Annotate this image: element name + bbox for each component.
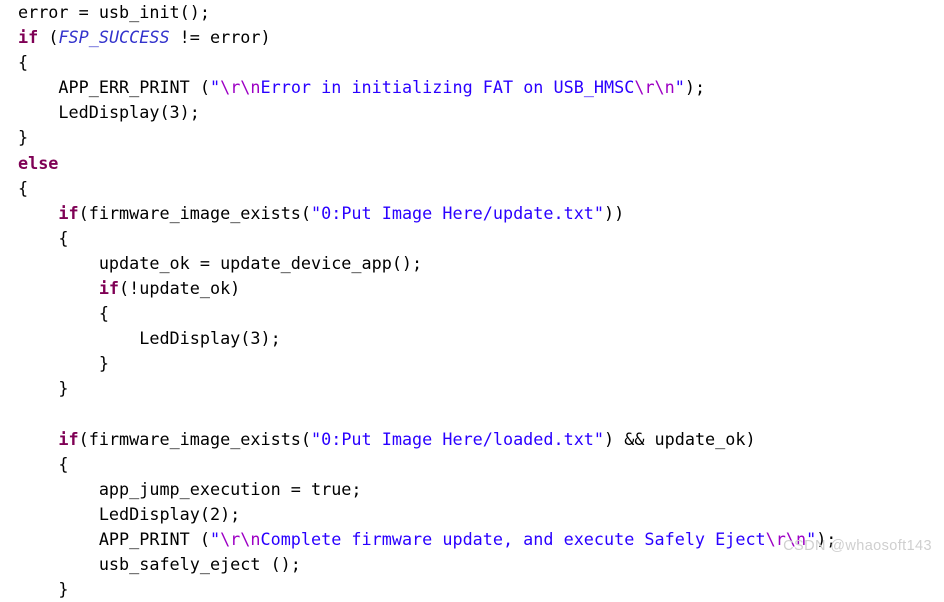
code-token-plain: app_jump_execution = true; xyxy=(98,478,362,499)
code-token-plain: { xyxy=(18,52,29,73)
code-token-plain: { xyxy=(58,453,69,474)
code-token-string: "0:Put Image Here/loaded.txt" xyxy=(311,428,605,449)
code-line[interactable]: LedDisplay(3); xyxy=(0,100,944,125)
code-token-string: " xyxy=(209,77,221,98)
code-line[interactable]: else xyxy=(0,151,944,176)
code-token-macro: FSP_SUCCESS xyxy=(58,27,170,48)
code-token-plain: != error) xyxy=(169,27,271,48)
code-token-keyword: if xyxy=(18,27,39,48)
code-line[interactable]: update_ok = update_device_app(); xyxy=(0,251,944,276)
csdn-watermark: CSDN @whaosoft143 xyxy=(783,538,932,554)
code-token-plain: } xyxy=(58,378,69,399)
code-token-plain: LedDisplay(3); xyxy=(58,102,200,123)
code-token-keyword: if xyxy=(98,278,120,299)
code-token-plain: } xyxy=(58,579,69,600)
code-line[interactable]: if(firmware_image_exists("0:Put Image He… xyxy=(0,427,944,452)
code-token-plain: LedDisplay(2); xyxy=(98,503,241,524)
code-line[interactable]: { xyxy=(0,176,944,201)
code-token-keyword: if xyxy=(58,202,79,223)
code-line[interactable]: if(!update_ok) xyxy=(0,276,944,301)
code-token-keyword: else xyxy=(18,152,59,173)
code-line[interactable]: } xyxy=(0,577,944,602)
code-line[interactable]: error = usb_init(); xyxy=(0,0,944,25)
code-token-escape: \r\n xyxy=(220,77,261,98)
code-token-plain: (!update_ok) xyxy=(119,278,241,299)
code-token-plain: ( xyxy=(38,27,59,48)
code-line[interactable]: { xyxy=(0,301,944,326)
code-line[interactable]: app_jump_execution = true; xyxy=(0,477,944,502)
code-line[interactable]: usb_safely_eject (); xyxy=(0,552,944,577)
code-token-plain: usb_safely_eject (); xyxy=(98,554,301,575)
code-token-plain: APP_PRINT ( xyxy=(98,528,210,549)
code-line[interactable]: } xyxy=(0,125,944,150)
code-line[interactable]: LedDisplay(3); xyxy=(0,326,944,351)
code-token-plain: { xyxy=(98,303,109,324)
code-token-string: "0:Put Image Here/update.txt" xyxy=(311,202,605,223)
code-token-plain: } xyxy=(18,127,29,148)
code-token-plain: ) && update_ok) xyxy=(604,428,756,449)
code-editor-viewport: error = usb_init();if (FSP_SUCCESS != er… xyxy=(0,0,944,599)
code-line[interactable]: LedDisplay(2); xyxy=(0,502,944,527)
code-line[interactable]: { xyxy=(0,50,944,75)
code-token-string: Error in initializing FAT on USB_HMSC xyxy=(260,77,635,98)
code-line[interactable]: if(firmware_image_exists("0:Put Image He… xyxy=(0,201,944,226)
code-token-escape: \r\n xyxy=(220,528,261,549)
code-token-plain: APP_ERR_PRINT ( xyxy=(58,77,210,98)
code-token-escape: \r\n xyxy=(634,77,675,98)
code-line[interactable]: { xyxy=(0,226,944,251)
code-token-keyword: if xyxy=(58,428,79,449)
code-token-plain: { xyxy=(58,227,69,248)
code-token-plain: (firmware_image_exists( xyxy=(78,428,312,449)
code-token-string: Complete firmware update, and execute Sa… xyxy=(260,528,766,549)
code-line[interactable]: APP_ERR_PRINT ("\r\nError in initializin… xyxy=(0,75,944,100)
code-token-plain: ); xyxy=(684,77,706,98)
code-line[interactable]: } xyxy=(0,376,944,401)
code-token-plain: )) xyxy=(604,202,625,223)
code-line[interactable]: } xyxy=(0,351,944,376)
code-token-plain: LedDisplay(3); xyxy=(139,328,281,349)
code-token-string: " xyxy=(209,528,221,549)
code-line[interactable] xyxy=(0,402,944,427)
code-token-plain: error = usb_init(); xyxy=(18,2,210,22)
code-line[interactable]: { xyxy=(0,452,944,477)
code-token-string: " xyxy=(674,77,685,98)
code-block: error = usb_init();if (FSP_SUCCESS != er… xyxy=(0,0,944,602)
code-token-plain: (firmware_image_exists( xyxy=(78,202,312,223)
code-line[interactable]: if (FSP_SUCCESS != error) xyxy=(0,25,944,50)
code-token-plain: { xyxy=(18,177,29,198)
code-token-plain: update_ok = update_device_app(); xyxy=(98,252,423,273)
code-token-plain: } xyxy=(98,353,109,374)
